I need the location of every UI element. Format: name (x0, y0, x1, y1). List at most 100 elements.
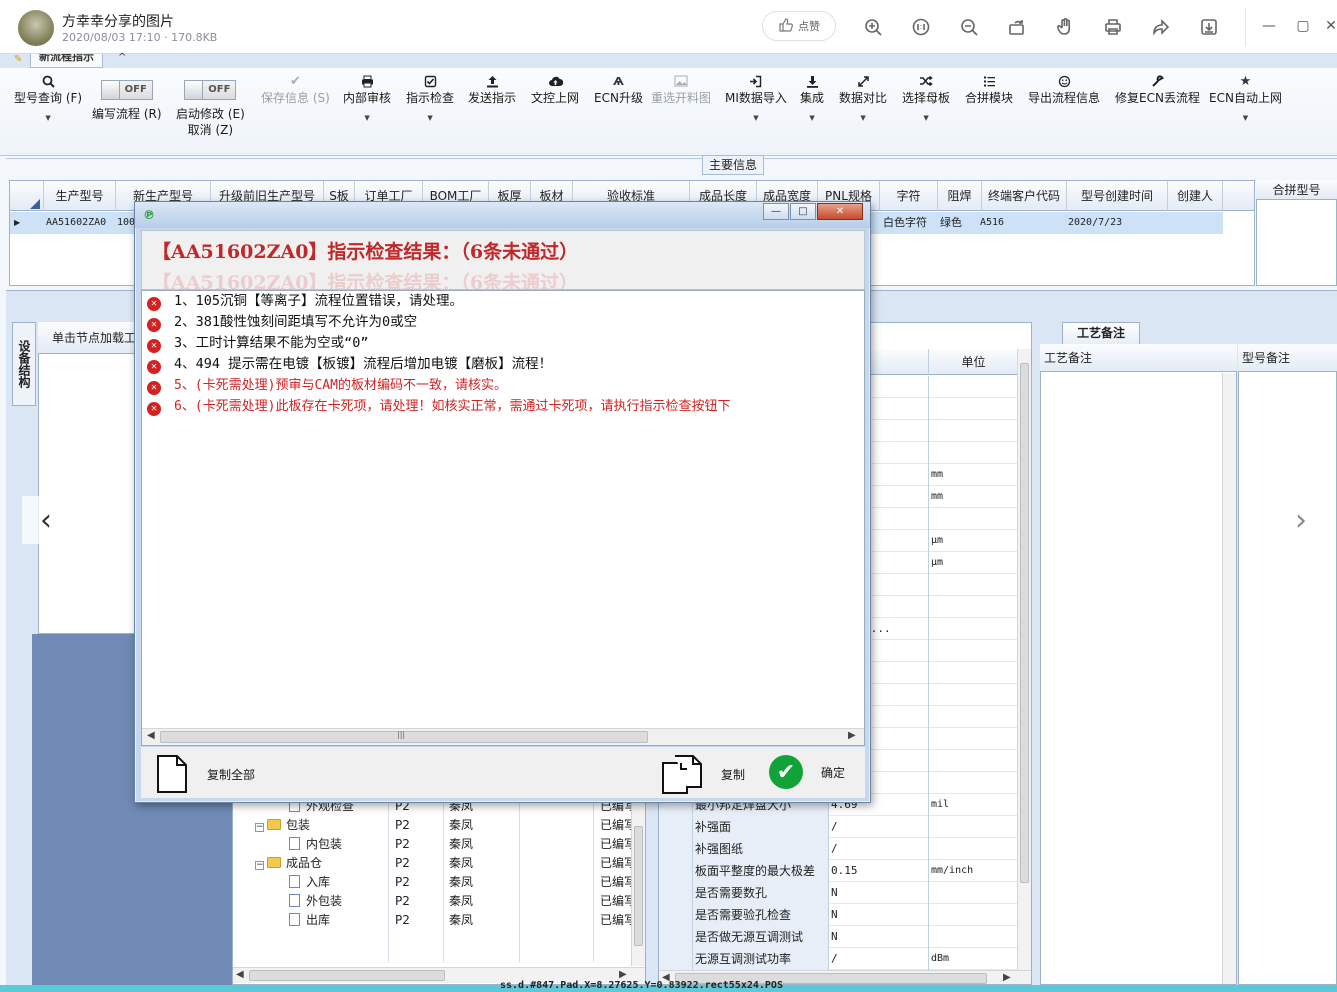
column-header[interactable]: 型号创建时间 (1067, 181, 1168, 211)
tree-row[interactable]: 外包装 P2 秦凤 已编写 (233, 892, 636, 911)
param-unit-cell[interactable] (929, 904, 1019, 926)
model-query-button[interactable]: 型号查询 (F) ▼ (14, 72, 82, 122)
param-unit-cell[interactable] (929, 662, 1019, 684)
column-header[interactable]: 终端客户代码 (982, 181, 1067, 211)
internal-review-button[interactable]: 内部审核 ▼ (343, 72, 391, 122)
param-unit-cell[interactable] (929, 728, 1019, 750)
like-button[interactable]: 点赞 (762, 11, 836, 41)
ribbon-collapse-icon[interactable]: ^ (118, 52, 126, 63)
cell-character[interactable]: 白色字符 (883, 212, 927, 234)
cancel-modify-label[interactable]: 取消 (Z) (188, 122, 233, 138)
collapse-icon[interactable]: − (255, 861, 264, 870)
download-icon[interactable] (1198, 16, 1220, 38)
scrollbar-thumb[interactable]: ||| (160, 730, 648, 743)
param-value-cell[interactable]: N (829, 904, 929, 926)
param-unit-cell[interactable]: μm (929, 530, 1019, 552)
grid-corner[interactable] (10, 181, 44, 211)
cell-model[interactable]: AA51602ZA0 (46, 212, 106, 234)
list-item[interactable]: ✕ 1、105沉铜【等离子】流程位置错误，请处理。 (144, 291, 463, 312)
rotate-icon[interactable] (1006, 16, 1028, 38)
param-name-cell[interactable]: 补强面 (693, 816, 829, 838)
instruction-check-button[interactable]: 指示检查 ▼ (406, 72, 454, 122)
param-unit-cell[interactable] (929, 574, 1019, 596)
close-window-icon[interactable]: ✕ (1325, 14, 1337, 38)
integrate-button[interactable]: 集成 ▼ (800, 72, 824, 122)
param-name-cell[interactable]: 是否做无源互调测试 (693, 926, 829, 948)
tab-equipment-structure[interactable]: 设备结构 (12, 322, 36, 406)
cell-solder-mask[interactable]: 绿色 (940, 212, 962, 234)
chevron-down-icon[interactable]: ▼ (364, 114, 369, 122)
chevron-down-icon[interactable]: ▼ (860, 114, 865, 122)
list-item[interactable]: ✕ 5、(卡死需处理)预审与CAM的板材编码不一致，请核实。 (144, 375, 507, 396)
save-info-button[interactable]: ✔ 保存信息 (S) (261, 72, 330, 106)
previous-image-button[interactable]: ‹ (22, 496, 70, 544)
print-icon[interactable] (1102, 16, 1124, 38)
list-item[interactable]: ✕ 2、381酸性蚀刻间距填写不允许为0或空 (144, 312, 417, 333)
chevron-down-icon[interactable]: ▼ (1243, 114, 1248, 122)
collapse-icon[interactable]: − (255, 823, 264, 832)
param-name-cell[interactable]: 是否需要数孔 (693, 882, 829, 904)
table-row[interactable]: 补强面 / (659, 816, 1019, 838)
param-name-cell[interactable]: 是否需要验孔检查 (693, 904, 829, 926)
table-row[interactable]: 是否做无源互调测试 N (659, 926, 1019, 948)
merge-module-button[interactable]: 合拼模块 (965, 72, 1013, 106)
scrollbar-thumb[interactable] (249, 970, 445, 981)
maximize-icon[interactable]: □ (790, 203, 816, 220)
export-flow-info-button[interactable]: 导出流程信息 (1028, 72, 1100, 106)
param-unit-cell[interactable]: mm (929, 486, 1019, 508)
cell-customer-code[interactable]: A516 (980, 212, 1004, 234)
param-unit-cell[interactable] (929, 926, 1019, 948)
param-unit-cell[interactable] (929, 640, 1019, 662)
param-unit-cell[interactable] (929, 442, 1019, 464)
column-header-unit[interactable]: 单位 (929, 349, 1019, 375)
list-item[interactable]: ✕ 3、工时计算结果不能为空或“0” (144, 333, 369, 354)
tree-row[interactable]: − 成品仓 P2 秦凤 已编写 (233, 854, 636, 873)
table-row[interactable]: 板面平整度的最大极差 0.15 mm/inch (659, 860, 1019, 882)
param-value-cell[interactable]: N (829, 926, 929, 948)
param-unit-cell[interactable]: dBm (929, 948, 1019, 970)
minimize-icon[interactable]: — (763, 203, 789, 220)
tree-row[interactable]: 出库 P2 秦凤 已编写 (233, 911, 636, 930)
ribbon-tab-new-flow[interactable]: 新流程指示 (30, 54, 103, 68)
cell-create-time[interactable]: 2020/7/23 (1068, 212, 1122, 234)
param-unit-cell[interactable] (929, 398, 1019, 420)
next-image-button[interactable]: › (1277, 496, 1325, 544)
param-unit-cell[interactable] (929, 838, 1019, 860)
chevron-down-icon[interactable]: ▼ (809, 114, 814, 122)
scrollbar-thumb[interactable] (1020, 363, 1029, 883)
list-item[interactable]: ✕ 6、(卡死需处理)此板存在卡死项，请处理！如核实正常，需通过卡死项，请执行指示… (144, 396, 730, 417)
chevron-down-icon[interactable]: ▼ (923, 114, 928, 122)
param-unit-cell[interactable] (929, 684, 1019, 706)
actual-size-icon[interactable] (910, 16, 932, 38)
param-value-cell[interactable]: N (829, 882, 929, 904)
column-header[interactable]: 生产型号 (44, 181, 116, 211)
select-mother-board-button[interactable]: 选择母板 ▼ (902, 72, 950, 122)
ecn-auto-upload-button[interactable]: ★ ECN自动上网 ▼ (1209, 72, 1282, 123)
chevron-down-icon[interactable]: ▼ (45, 114, 50, 122)
start-modify-toggle[interactable]: OFF 启动修改 (E) 取消 (Z) (176, 80, 245, 138)
table-row[interactable]: 无源互调测试功率 / dBm (659, 948, 1019, 970)
param-unit-cell[interactable] (929, 420, 1019, 442)
param-unit-cell[interactable] (929, 508, 1019, 530)
toggle-switch[interactable]: OFF (184, 80, 237, 100)
minimize-window-icon[interactable]: — (1257, 14, 1281, 38)
doc-control-upload-button[interactable]: 文控上网 (531, 72, 579, 106)
chevron-down-icon[interactable]: ▼ (753, 114, 758, 122)
param-value-cell[interactable]: / (829, 948, 929, 970)
tab-craft-notes[interactable]: 工艺备注 (1062, 322, 1140, 344)
column-header[interactable]: 阻焊 (938, 181, 982, 211)
vertical-scrollbar[interactable] (631, 796, 645, 966)
param-value-cell[interactable]: / (829, 838, 929, 860)
horizontal-scrollbar[interactable]: ◀ ||| ▶ (142, 728, 864, 745)
copy-all-button[interactable]: 复制全部 (155, 755, 255, 793)
table-row[interactable]: 是否需要验孔检查 N (659, 904, 1019, 926)
tree-row[interactable]: 入库 P2 秦凤 已编写 (233, 873, 636, 892)
param-unit-cell[interactable] (929, 706, 1019, 728)
mi-data-import-button[interactable]: MI数据导入 ▼ (725, 72, 787, 122)
zoom-out-icon[interactable] (958, 16, 980, 38)
send-instruction-button[interactable]: 发送指示 (468, 72, 516, 106)
ecn-upgrade-button[interactable]: Ѧ ECN升级 (594, 72, 643, 106)
param-name-cell[interactable]: 补强图纸 (693, 838, 829, 860)
param-name-cell[interactable]: 无源互调测试功率 (693, 948, 829, 970)
zoom-in-icon[interactable] (862, 16, 884, 38)
